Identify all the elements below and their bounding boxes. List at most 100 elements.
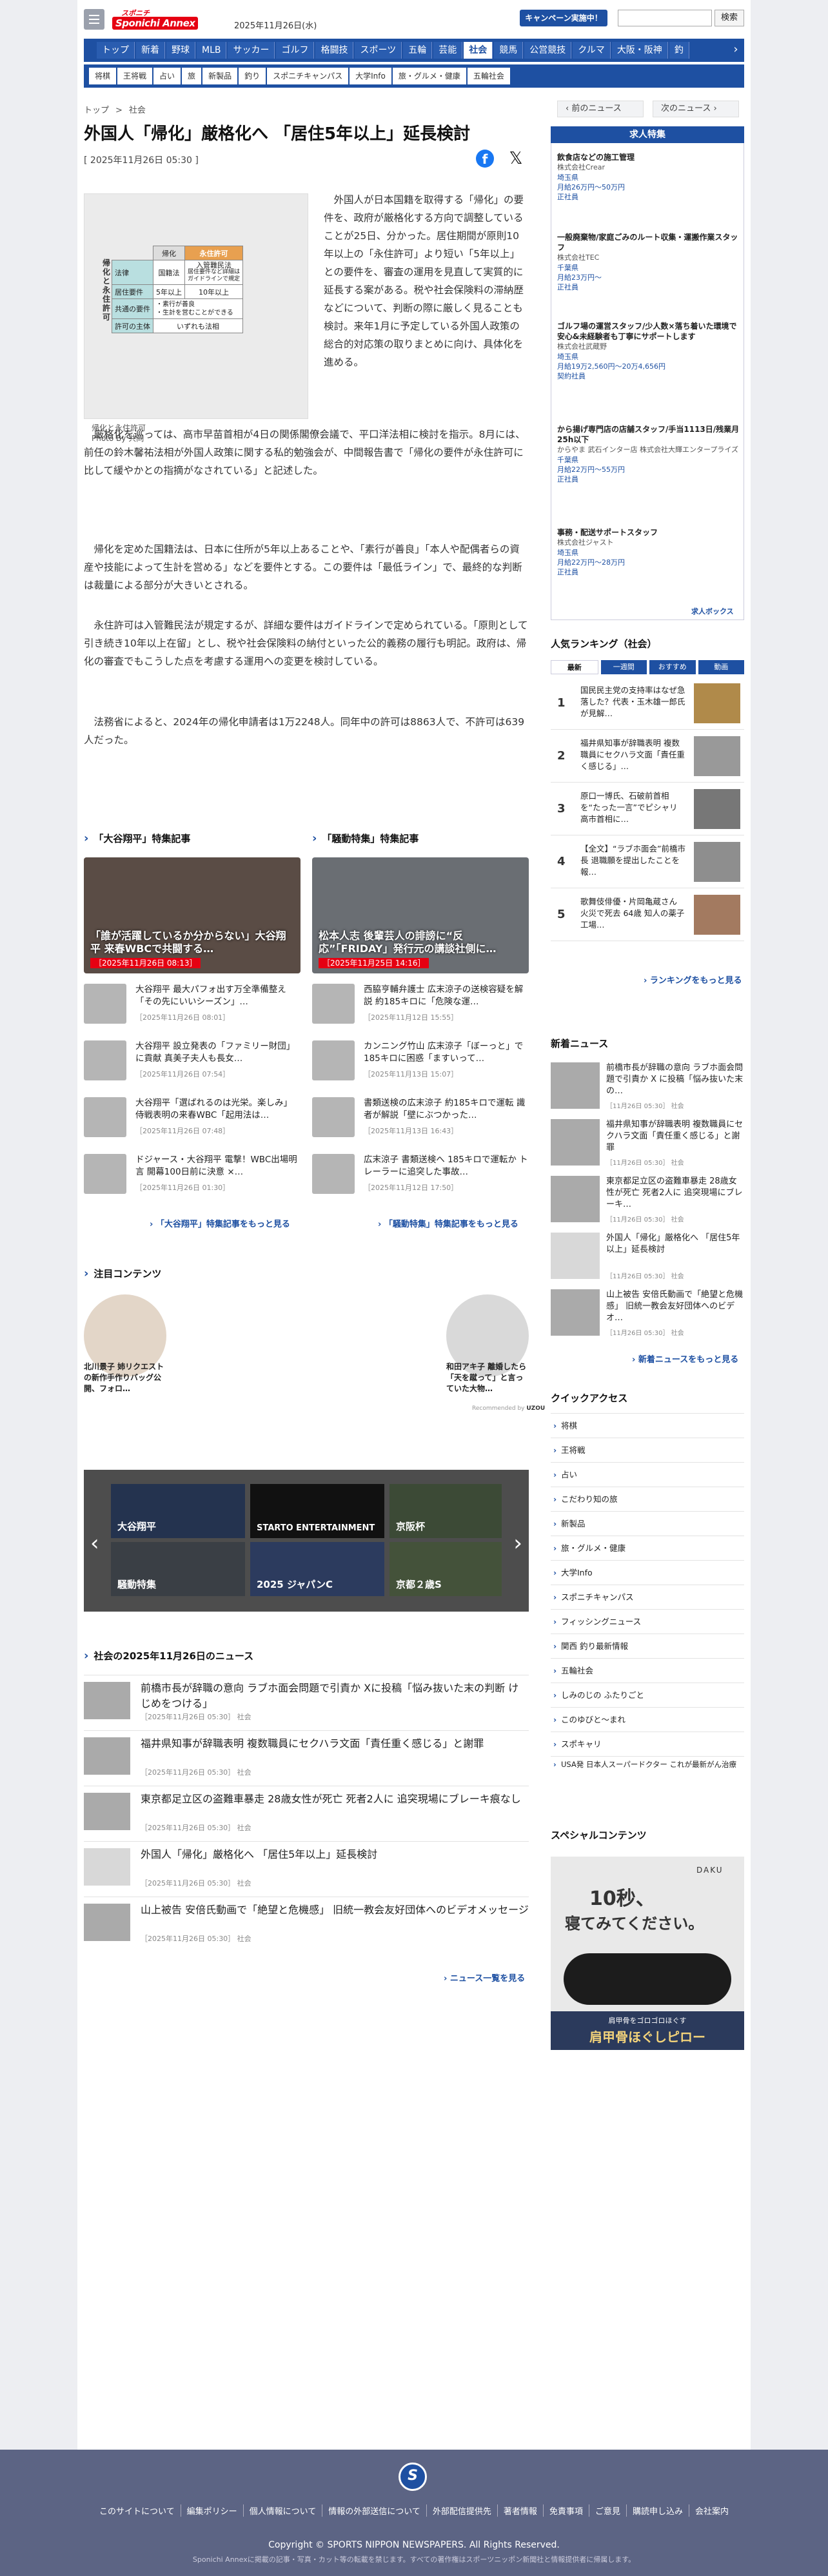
subnav-item[interactable]: 旅 xyxy=(182,68,202,84)
nav-item[interactable]: MLB xyxy=(197,42,227,59)
job-item[interactable]: から揚げ専門店の店舗スタッフ/手当1113日/残業月25h以下 からやま 武石イン… xyxy=(557,424,740,484)
quick-link[interactable]: USA発 日本人スーパードクター これが最新がん治療 xyxy=(551,1756,744,1784)
daily-news-item[interactable]: 東京都足立区の盗難車暴走 28歳女性が死亡 死者2人に 追突現場にブレーキ痕なし… xyxy=(84,1786,529,1835)
quick-link[interactable]: スポキャリ xyxy=(551,1732,744,1757)
prev-news-button[interactable]: ‹ 前のニュース xyxy=(557,101,644,117)
souten-more-link[interactable]: 「騒動特集」特集記事をもっと見る xyxy=(378,1217,518,1229)
carousel-item[interactable]: 2025 ジャパンC xyxy=(250,1542,384,1596)
nav-item[interactable]: サッカー xyxy=(228,42,275,59)
quick-link[interactable]: スポニチキャンパス xyxy=(551,1585,744,1610)
souten-item[interactable]: 西脇亨輔弁護士 広末涼子の送検容疑を解説 約185キロに「危険な運… ［2025年… xyxy=(312,984,529,1029)
souten-item[interactable]: 広末涼子 書類送検へ 185キロで運転か トレーラーに追突した事故… ［2025年… xyxy=(312,1154,529,1199)
quick-link[interactable]: 占い xyxy=(551,1462,744,1487)
footer-link[interactable]: 個人情報について xyxy=(244,2504,323,2517)
daily-news-item[interactable]: 福井県知事が辞職表明 複数職員にセクハラ文面「責任重く感じる」と謝罪 ［2025年… xyxy=(84,1730,529,1779)
ohtani-item[interactable]: 大谷翔平 設立発表の「ファミリー財団」に貢献 真美子夫人も長女… ［2025年11… xyxy=(84,1040,301,1086)
footer-link[interactable]: 編集ポリシー xyxy=(181,2504,244,2517)
souten-feature-card[interactable]: 松本人志 後輩芸人の誹謗に“反応”「FRIDAY」発行元の講談社側に… ［202… xyxy=(312,857,529,973)
ranking-tab[interactable]: おすすめ xyxy=(649,660,696,674)
nav-next-icon[interactable]: › xyxy=(727,39,744,62)
ranking-item[interactable]: 4 【全文】“ラブホ面会”前橋市長 退職願を提出したことを報… xyxy=(551,837,744,888)
job-item[interactable]: 事務・配送サポートスタッフ 株式会社ジャスト 埼玉県 月給22万円〜28万円 正社員 xyxy=(557,527,740,577)
carousel-item[interactable]: 京都２歳S xyxy=(389,1542,502,1596)
daily-news-item[interactable]: 前橋市長が辞職の意向 ラブホ面会問題で引責か Xに投稿「悩み抜いた末の判断 けじ… xyxy=(84,1675,529,1724)
quick-link[interactable]: このゆびと〜まれ xyxy=(551,1707,744,1732)
newest-item[interactable]: 外国人「帰化」厳格化へ 「居住5年以上」延長検討 ［11月26日 05:30］ 社… xyxy=(551,1233,744,1284)
ohtani-item[interactable]: 大谷翔平 最大パフォ出す万全準備整え「その先にいいシーズン」… ［2025年11月… xyxy=(84,984,301,1029)
special-ad[interactable]: DAKU 10秒、 寝てみてください。 肩甲骨をゴロゴロほぐす 肩甲骨ほぐしピロ… xyxy=(551,1857,744,2050)
footer-link[interactable]: このサイトについて xyxy=(94,2504,181,2517)
newest-item[interactable]: 前橋市長が辞職の意向 ラブホ面会問題で引責か X に投稿「悩み抜いた末の… ［11… xyxy=(551,1062,744,1114)
nav-item[interactable]: 芸能 xyxy=(433,42,463,59)
newest-item[interactable]: 東京都足立区の盗難車暴走 28歳女性が死亡 死者2人に 追突現場にブレーキ… ［1… xyxy=(551,1176,744,1227)
carousel-item[interactable]: 京阪杯 xyxy=(389,1484,502,1538)
search-input[interactable] xyxy=(618,10,712,26)
subnav-item[interactable]: 王将戦 xyxy=(117,68,153,84)
job-item[interactable]: 一般廃棄物/家庭ごみのルート収集・運搬作業スタッフ 株式会社TEC 千葉県 月給23… xyxy=(557,232,740,292)
footer-link[interactable]: 外部配信提供先 xyxy=(427,2504,498,2517)
menu-icon[interactable] xyxy=(84,9,104,30)
ranking-tab-active[interactable]: 最新 xyxy=(551,660,598,674)
breadcrumb-home[interactable]: トップ xyxy=(84,106,109,115)
next-news-button[interactable]: 次のニュース › xyxy=(653,101,739,117)
nav-item-active[interactable]: 社会 xyxy=(464,42,493,59)
subnav-item[interactable]: 将棋 xyxy=(89,68,117,84)
nav-item[interactable]: 格闘技 xyxy=(315,42,354,59)
subnav-item[interactable]: 五輪社会 xyxy=(467,68,510,84)
nav-item[interactable]: 釣 xyxy=(669,42,689,59)
footer-logo[interactable]: S xyxy=(399,2463,427,2491)
carousel-prev-icon[interactable]: ‹ xyxy=(90,1530,99,1556)
quick-link[interactable]: 将棋 xyxy=(551,1413,744,1438)
nav-item[interactable]: 五輪 xyxy=(403,42,433,59)
footer-link[interactable]: 会社案内 xyxy=(689,2504,734,2517)
x-share-icon[interactable]: 𝕏 xyxy=(507,150,525,168)
breadcrumb-category[interactable]: 社会 xyxy=(129,106,146,115)
site-logo[interactable]: スポニチ Sponichi Annex xyxy=(112,8,200,31)
nav-item[interactable]: ゴルフ xyxy=(276,42,315,59)
subnav-item[interactable]: 釣り xyxy=(239,68,266,84)
daily-news-item[interactable]: 山上被告 安倍氏動画で「絶望と危機感」 旧統一教会友好団体へのビデオメッセージ ［… xyxy=(84,1897,529,1946)
ranking-item[interactable]: 3 原口一博氏、石破前首相を“たった一言”でピシャリ 高市首相に… xyxy=(551,784,744,835)
subnav-item[interactable]: 大学Info xyxy=(350,68,391,84)
ohtani-item[interactable]: ドジャース・大谷翔平 電撃！WBC出場明言 開幕100日前に決意 ×… ［2025… xyxy=(84,1154,301,1199)
carousel-item[interactable]: 大谷翔平 xyxy=(111,1484,245,1538)
footer-link[interactable]: 購読申し込み xyxy=(627,2504,689,2517)
job-item[interactable]: ゴルフ場の運営スタッフ/少人数×落ち着いた環境で安心&未経験者も丁寧にサポートし… xyxy=(557,321,740,381)
ranking-more-link[interactable]: ランキングをもっと見る xyxy=(644,973,742,986)
quick-link[interactable]: 王将戦 xyxy=(551,1438,744,1463)
job-item[interactable]: 飲食店などの施工管理 株式会社Crear 埼玉県 月給26万円〜50万円 正社員 xyxy=(557,152,740,202)
nav-item[interactable]: 公営競技 xyxy=(524,42,572,59)
quick-link[interactable]: 五輪社会 xyxy=(551,1658,744,1683)
ranking-item[interactable]: 5 歌舞伎俳優・片岡亀蔵さん 火災で死去 64歳 知人の薬子工場… xyxy=(551,890,744,941)
nav-item[interactable]: 野球 xyxy=(166,42,195,59)
footer-link[interactable]: 著者情報 xyxy=(498,2504,544,2517)
ohtani-more-link[interactable]: 「大谷翔平」特集記事をもっと見る xyxy=(150,1217,290,1229)
newest-item[interactable]: 山上被告 安倍氏動画で「絶望と危機感」 旧統一教会友好団体へのビデオ… ［11月2… xyxy=(551,1289,744,1341)
footer-link[interactable]: 免責事項 xyxy=(544,2504,589,2517)
footer-link[interactable]: 情報の外部送信について xyxy=(322,2504,427,2517)
promo-text-left[interactable]: 北川景子 姉リクエストの新作手作りバッグ公開、フォロ… xyxy=(84,1361,168,1394)
ranking-item[interactable]: 2 福井県知事が辞職表明 複数職員にセクハラ文面「責任重く感じる」… xyxy=(551,731,744,783)
quick-link[interactable]: 関西 釣り最新情報 xyxy=(551,1634,744,1659)
carousel-item[interactable]: 騒動特集 xyxy=(111,1542,245,1596)
ohtani-feature-card[interactable]: 「誰が活躍しているか分からない」大谷翔平 来春WBCで共闘する… ［2025年1… xyxy=(84,857,301,973)
nav-item[interactable]: 新着 xyxy=(136,42,165,59)
subnav-item[interactable]: 新製品 xyxy=(202,68,238,84)
ranking-tab[interactable]: 一週間 xyxy=(600,660,647,674)
footer-link[interactable]: ご意見 xyxy=(589,2504,627,2517)
news-list-more-link[interactable]: ニュース一覧を見る xyxy=(444,1971,525,1984)
nav-item[interactable]: クルマ xyxy=(573,42,611,59)
newest-item[interactable]: 福井県知事が辞職表明 複数職員にセクハラ文面「責任重く感じる」と謝罪 ［11月26… xyxy=(551,1119,744,1171)
promo-text-right[interactable]: 和田アキ子 離婚したら「天を蹴って」と言っていた大物… xyxy=(446,1361,530,1394)
souten-item[interactable]: カンニング竹山 広末涼子「ぼーっと」で185キロに困惑「ますいって… ［2025年… xyxy=(312,1040,529,1086)
daily-news-item[interactable]: 外国人「帰化」厳格化へ 「居住5年以上」延長検討 ［2025年11月26日 05:… xyxy=(84,1841,529,1890)
campaign-button[interactable]: キャンペーン実施中！ xyxy=(520,10,607,26)
nav-item[interactable]: トップ xyxy=(97,42,135,59)
subnav-item[interactable]: 占い xyxy=(153,68,181,84)
carousel-item[interactable]: STARTO ENTERTAINMENT xyxy=(250,1484,384,1538)
quick-link[interactable]: しみのじの ふたりごと xyxy=(551,1683,744,1708)
ranking-tab[interactable]: 動画 xyxy=(698,660,744,674)
quick-link[interactable]: こだわり知の旅 xyxy=(551,1487,744,1512)
carousel-next-icon[interactable]: › xyxy=(513,1530,522,1556)
souten-item[interactable]: 書類送検の広末涼子 約185キロで運転 識者が解説「壁にぶつかった… ［2025年… xyxy=(312,1097,529,1142)
